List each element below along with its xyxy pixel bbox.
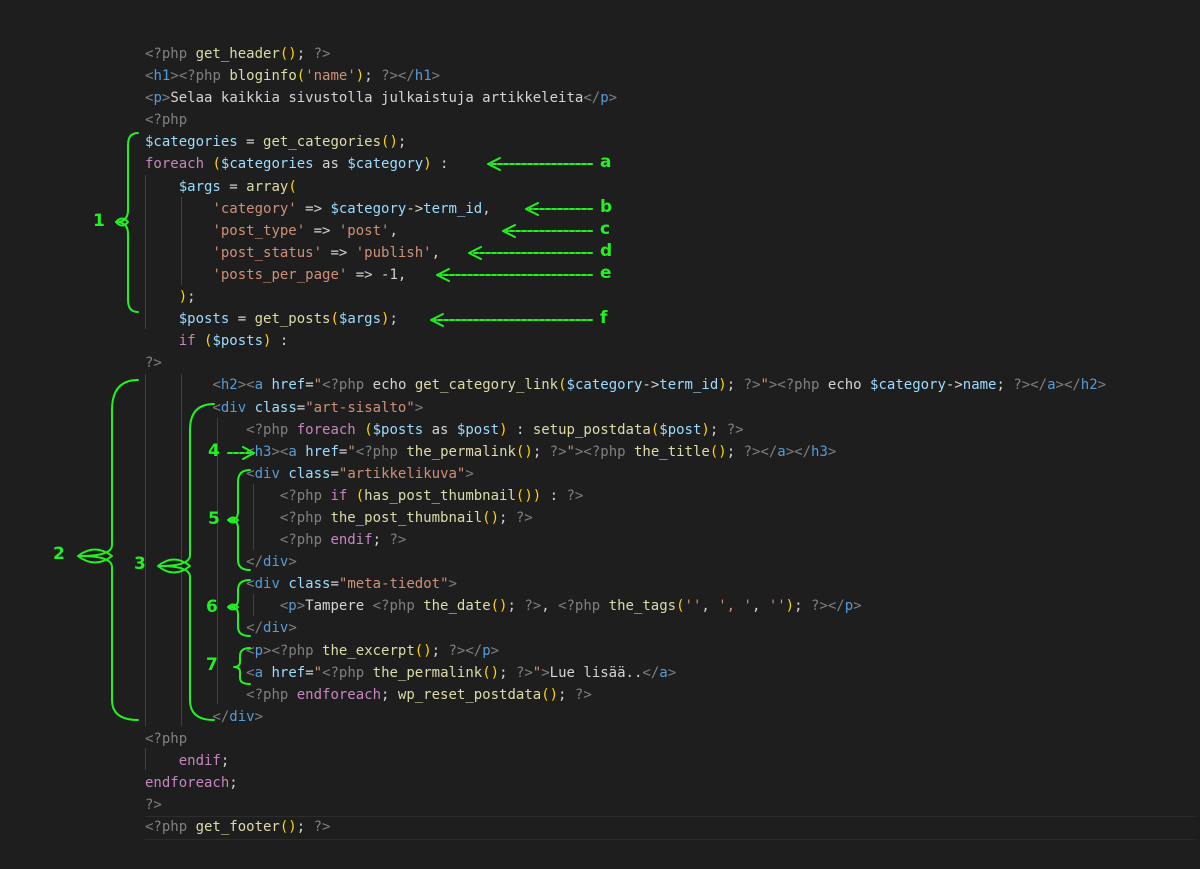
annotation-label-a: a [600,152,612,172]
brace-7 [233,647,251,685]
annotation-overlay [77,132,593,721]
annotation-label-6: 6 [206,597,218,617]
annotation-label-b: b [600,197,613,217]
annotation-label-2: 2 [53,544,65,564]
brace-5 [229,469,251,571]
annotation-label-c: c [600,219,611,239]
annotation-label-3: 3 [134,554,146,574]
annotation-label-4: 4 [208,441,220,461]
annotation-label-f: f [600,308,608,328]
annotation-label-e: e [600,263,612,283]
annotation-label-7: 7 [206,655,218,675]
annotation-label-d: d [600,241,613,261]
annotation-label-5: 5 [208,509,220,529]
brace-6 [229,579,251,637]
annotation-label-1: 1 [93,211,105,231]
annotation-arrows [227,157,593,460]
